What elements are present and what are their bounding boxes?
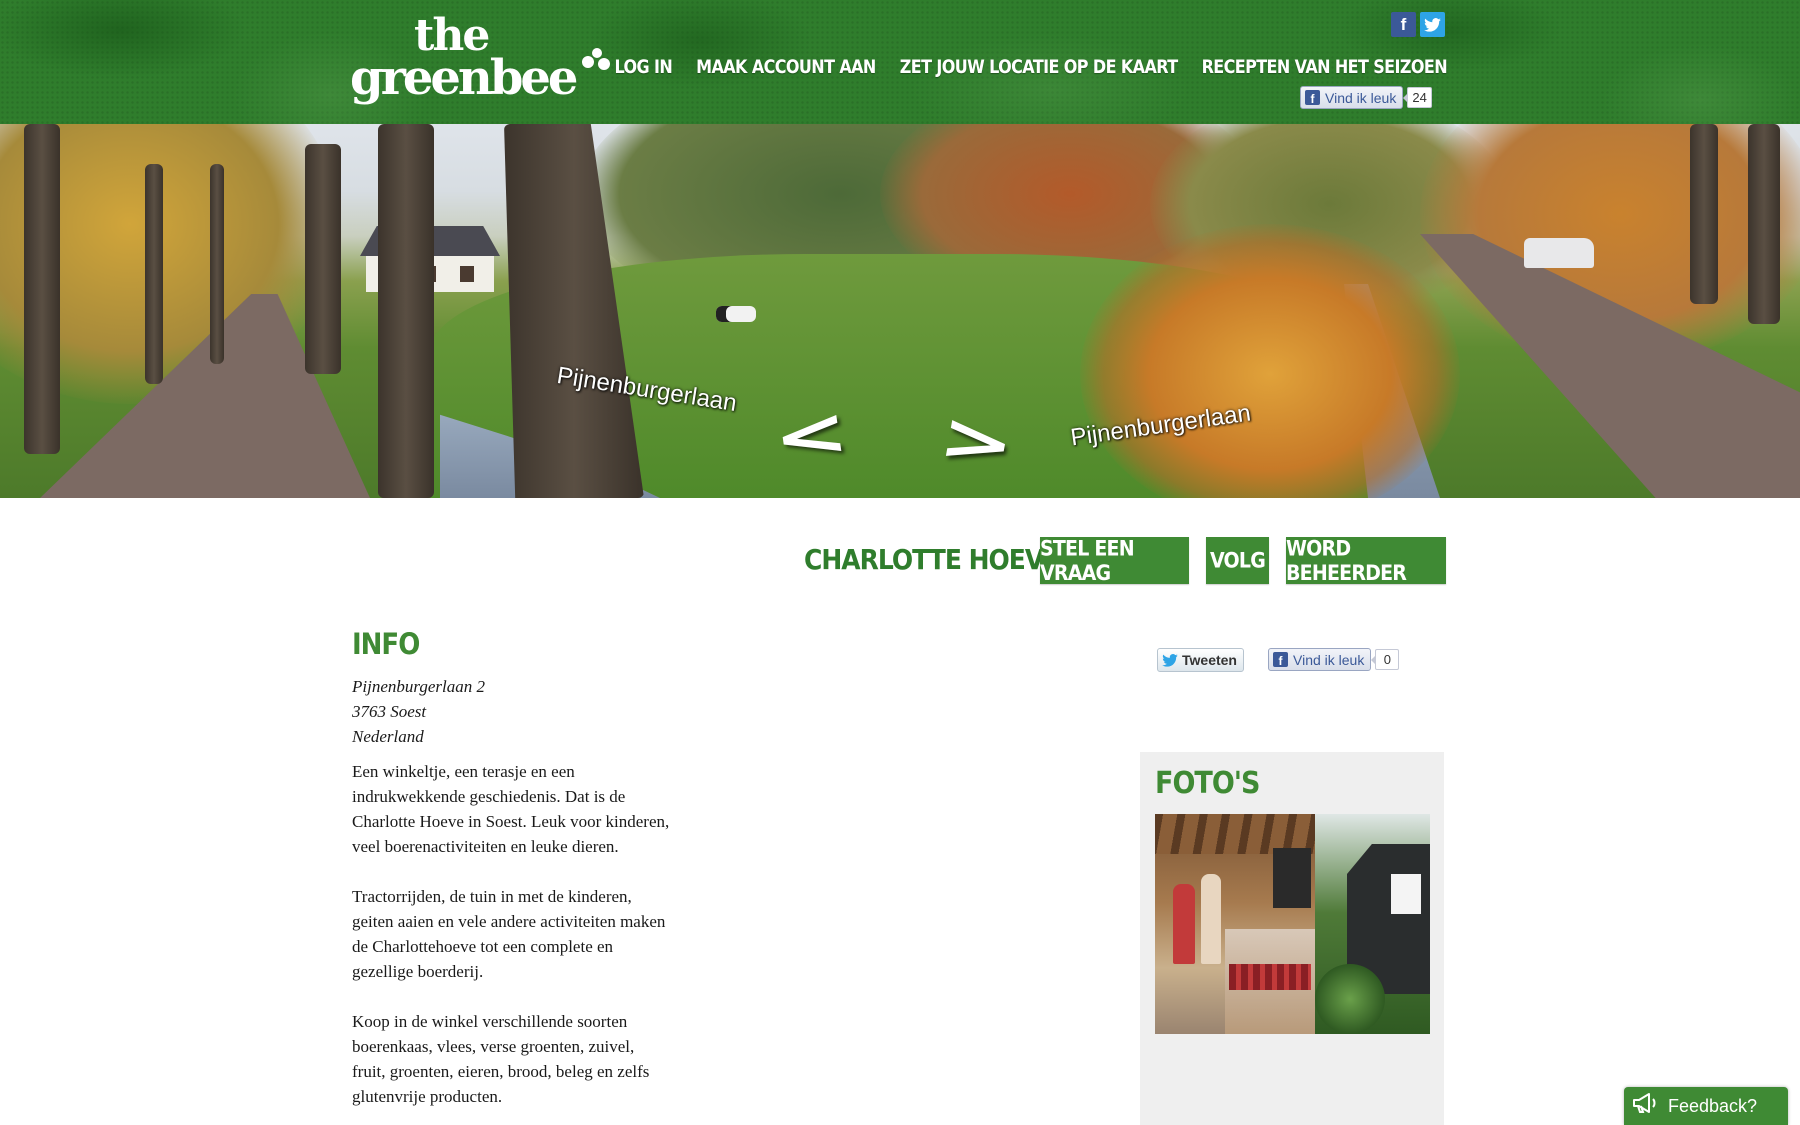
street-view-panorama[interactable]: Pijnenburgerlaan Pijnenburgerlaan < > — [0, 124, 1800, 498]
navigate-left-arrow-icon[interactable]: < — [768, 394, 853, 478]
description-paragraph: Een winkeltje, een terasje en een indruk… — [352, 762, 670, 856]
page-like-button[interactable]: f Vind ik leuk — [1268, 648, 1372, 671]
info-heading: INFO — [352, 628, 420, 662]
feedback-label: Feedback? — [1668, 1095, 1758, 1116]
address-country: Nederland — [352, 727, 424, 746]
cow — [716, 306, 756, 322]
nav-seasonal-recipes[interactable]: RECEPTEN VAN HET SEIZOEN — [1202, 56, 1448, 78]
photos-heading: FOTO'S — [1155, 766, 1260, 801]
facebook-icon: f — [1273, 652, 1288, 667]
like-count: 24 — [1403, 87, 1432, 108]
main-nav: LOG IN MAAK ACCOUNT AAN ZET JOUW LOCATIE… — [614, 56, 1448, 78]
address: Pijnenburgerlaan 2 3763 Soest Nederland — [352, 674, 485, 749]
tweet-label: Tweeten — [1182, 652, 1237, 668]
become-manager-button[interactable]: WORD BEHEERDER — [1286, 535, 1446, 586]
tree-trunk — [1748, 124, 1780, 324]
tree-trunk — [210, 164, 224, 364]
twitter-bird-icon — [1424, 17, 1441, 32]
tree-trunk — [378, 124, 434, 498]
navigate-right-arrow-icon[interactable]: > — [933, 399, 1020, 485]
page-title: CHARLOTTE HOEVE — [804, 543, 1060, 576]
description-paragraph: Koop in de winkel verschillende soorten … — [352, 1012, 650, 1106]
like-label: Vind ik leuk — [1293, 651, 1365, 668]
tree-trunk — [305, 144, 341, 374]
ask-question-label: STEL EEN VRAAG — [1040, 535, 1135, 586]
page-like-widget: f Vind ik leuk 0 — [1268, 648, 1400, 671]
bee-dots-icon — [582, 48, 610, 72]
farm-shop-photo[interactable] — [1155, 814, 1430, 1034]
nav-log-in[interactable]: LOG IN — [614, 56, 672, 78]
site-header: the greenbee f LOG IN MAAK ACCOUNT AAN Z… — [0, 0, 1800, 124]
tree-trunk — [1690, 124, 1718, 304]
like-label: Vind ik leuk — [1325, 89, 1397, 106]
feedback-tab[interactable]: Feedback? — [1624, 1087, 1788, 1125]
photos-panel: FOTO'S — [1140, 752, 1444, 1125]
white-van — [1524, 238, 1594, 268]
header-like-widget: f Vind ik leuk 24 — [1300, 86, 1432, 109]
greenbee-logo[interactable]: the greenbee — [350, 14, 610, 106]
become-manager-label: WORD BEHEERDER — [1286, 535, 1407, 586]
header-like-button[interactable]: f Vind ik leuk — [1300, 86, 1404, 109]
like-count: 0 — [1371, 649, 1400, 670]
address-street: Pijnenburgerlaan 2 — [352, 677, 485, 696]
nav-add-location[interactable]: ZET JOUW LOCATIE OP DE KAART — [900, 56, 1178, 78]
ask-question-button[interactable]: STEL EEN VRAAG — [1040, 535, 1189, 586]
tree-trunk — [145, 164, 163, 384]
description-paragraph: Tractorrijden, de tuin in met de kindere… — [352, 887, 666, 981]
logo-text-greenbee: greenbee — [350, 50, 578, 106]
megaphone-icon — [1632, 1092, 1658, 1120]
address-city: 3763 Soest — [352, 702, 427, 721]
twitter-icon[interactable] — [1420, 12, 1445, 37]
follow-label: VOLG — [1209, 548, 1266, 573]
tree-trunk — [24, 124, 60, 454]
follow-button[interactable]: VOLG — [1206, 537, 1269, 584]
social-links: f — [1391, 12, 1445, 37]
tweet-button[interactable]: Tweeten — [1157, 648, 1244, 672]
twitter-bird-icon — [1162, 653, 1178, 667]
nav-create-account[interactable]: MAAK ACCOUNT AAN — [696, 56, 876, 78]
facebook-icon[interactable]: f — [1391, 12, 1416, 37]
description: Een winkeltje, een terasje en een indruk… — [352, 759, 672, 1125]
facebook-icon: f — [1305, 90, 1320, 105]
